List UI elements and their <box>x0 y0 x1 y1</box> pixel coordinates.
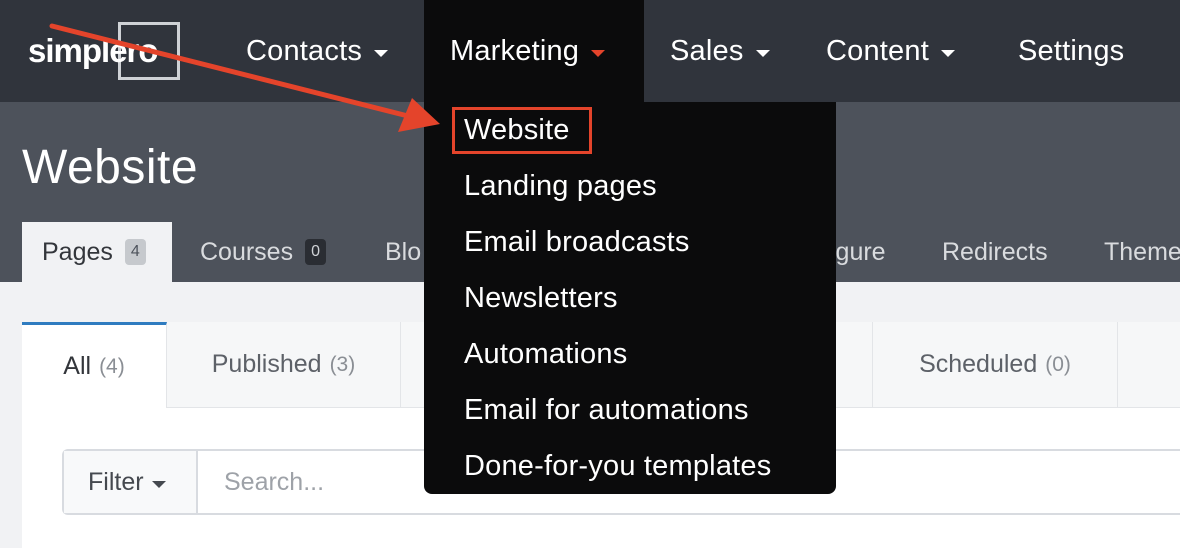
menu-item-automations[interactable]: Automations <box>464 331 627 377</box>
count-badge: 4 <box>124 239 146 265</box>
subtab-all[interactable]: All (4) <box>22 322 167 408</box>
nav-marketing-label: Marketing <box>450 34 580 67</box>
tab-courses-label: Courses <box>200 237 294 266</box>
simplero-logo[interactable]: simplero <box>28 20 198 82</box>
chevron-down-icon <box>591 49 606 57</box>
nav-settings[interactable]: Settings <box>1018 0 1124 102</box>
subtab-all-count: (4) <box>99 354 125 378</box>
logo-text: simplero <box>28 32 159 69</box>
subtab-published[interactable]: Published (3) <box>167 322 401 408</box>
menu-item-done-for-you-templates[interactable]: Done-for-you templates <box>464 443 771 489</box>
nav-contacts-label: Contacts <box>246 34 363 67</box>
tab-courses[interactable]: Courses 0 <box>200 222 326 282</box>
nav-sales-label: Sales <box>670 34 744 67</box>
tab-redirects[interactable]: Redirects <box>942 222 1048 282</box>
tab-configure-label: igure <box>830 237 886 266</box>
count-badge: 0 <box>305 239 326 265</box>
tab-themes-label: Theme <box>1104 237 1180 266</box>
chevron-down-icon <box>151 480 166 488</box>
subtab-scheduled[interactable]: Scheduled (0) <box>873 322 1118 408</box>
tab-pages-label: Pages <box>42 237 113 266</box>
tab-pages[interactable]: Pages 4 <box>22 222 172 282</box>
highlight-box <box>452 107 592 154</box>
page-title: Website <box>22 141 199 194</box>
subtab-overflow <box>1118 322 1180 408</box>
nav-sales[interactable]: Sales <box>670 0 770 102</box>
subtab-all-label: All <box>63 352 92 380</box>
menu-item-email-broadcasts[interactable]: Email broadcasts <box>464 219 690 265</box>
tab-themes[interactable]: Theme <box>1104 222 1180 282</box>
tab-configure[interactable]: igure <box>830 222 886 282</box>
subtab-published-label: Published <box>211 350 322 378</box>
nav-marketing[interactable]: Marketing <box>424 0 644 102</box>
menu-item-email-for-automations[interactable]: Email for automations <box>464 387 749 433</box>
chevron-down-icon <box>940 49 955 57</box>
filter-label: Filter <box>88 467 144 496</box>
subtab-scheduled-count: (0) <box>1045 352 1071 376</box>
tab-blog-label: Blo <box>385 237 422 266</box>
nav-settings-label: Settings <box>1018 34 1125 67</box>
search-input[interactable]: Search... <box>224 451 324 513</box>
tab-blog[interactable]: Blo <box>385 222 421 282</box>
menu-item-newsletters[interactable]: Newsletters <box>464 275 618 321</box>
chevron-down-icon <box>374 49 389 57</box>
nav-contacts[interactable]: Contacts <box>246 0 389 102</box>
menu-item-landing-pages[interactable]: Landing pages <box>464 163 657 209</box>
nav-content[interactable]: Content <box>826 0 955 102</box>
subtab-scheduled-label: Scheduled <box>919 350 1038 378</box>
tab-redirects-label: Redirects <box>942 237 1048 266</box>
chevron-down-icon <box>755 49 770 57</box>
subtab-published-count: (3) <box>329 352 356 376</box>
filter-button[interactable]: Filter <box>64 451 198 513</box>
nav-content-label: Content <box>826 34 929 67</box>
